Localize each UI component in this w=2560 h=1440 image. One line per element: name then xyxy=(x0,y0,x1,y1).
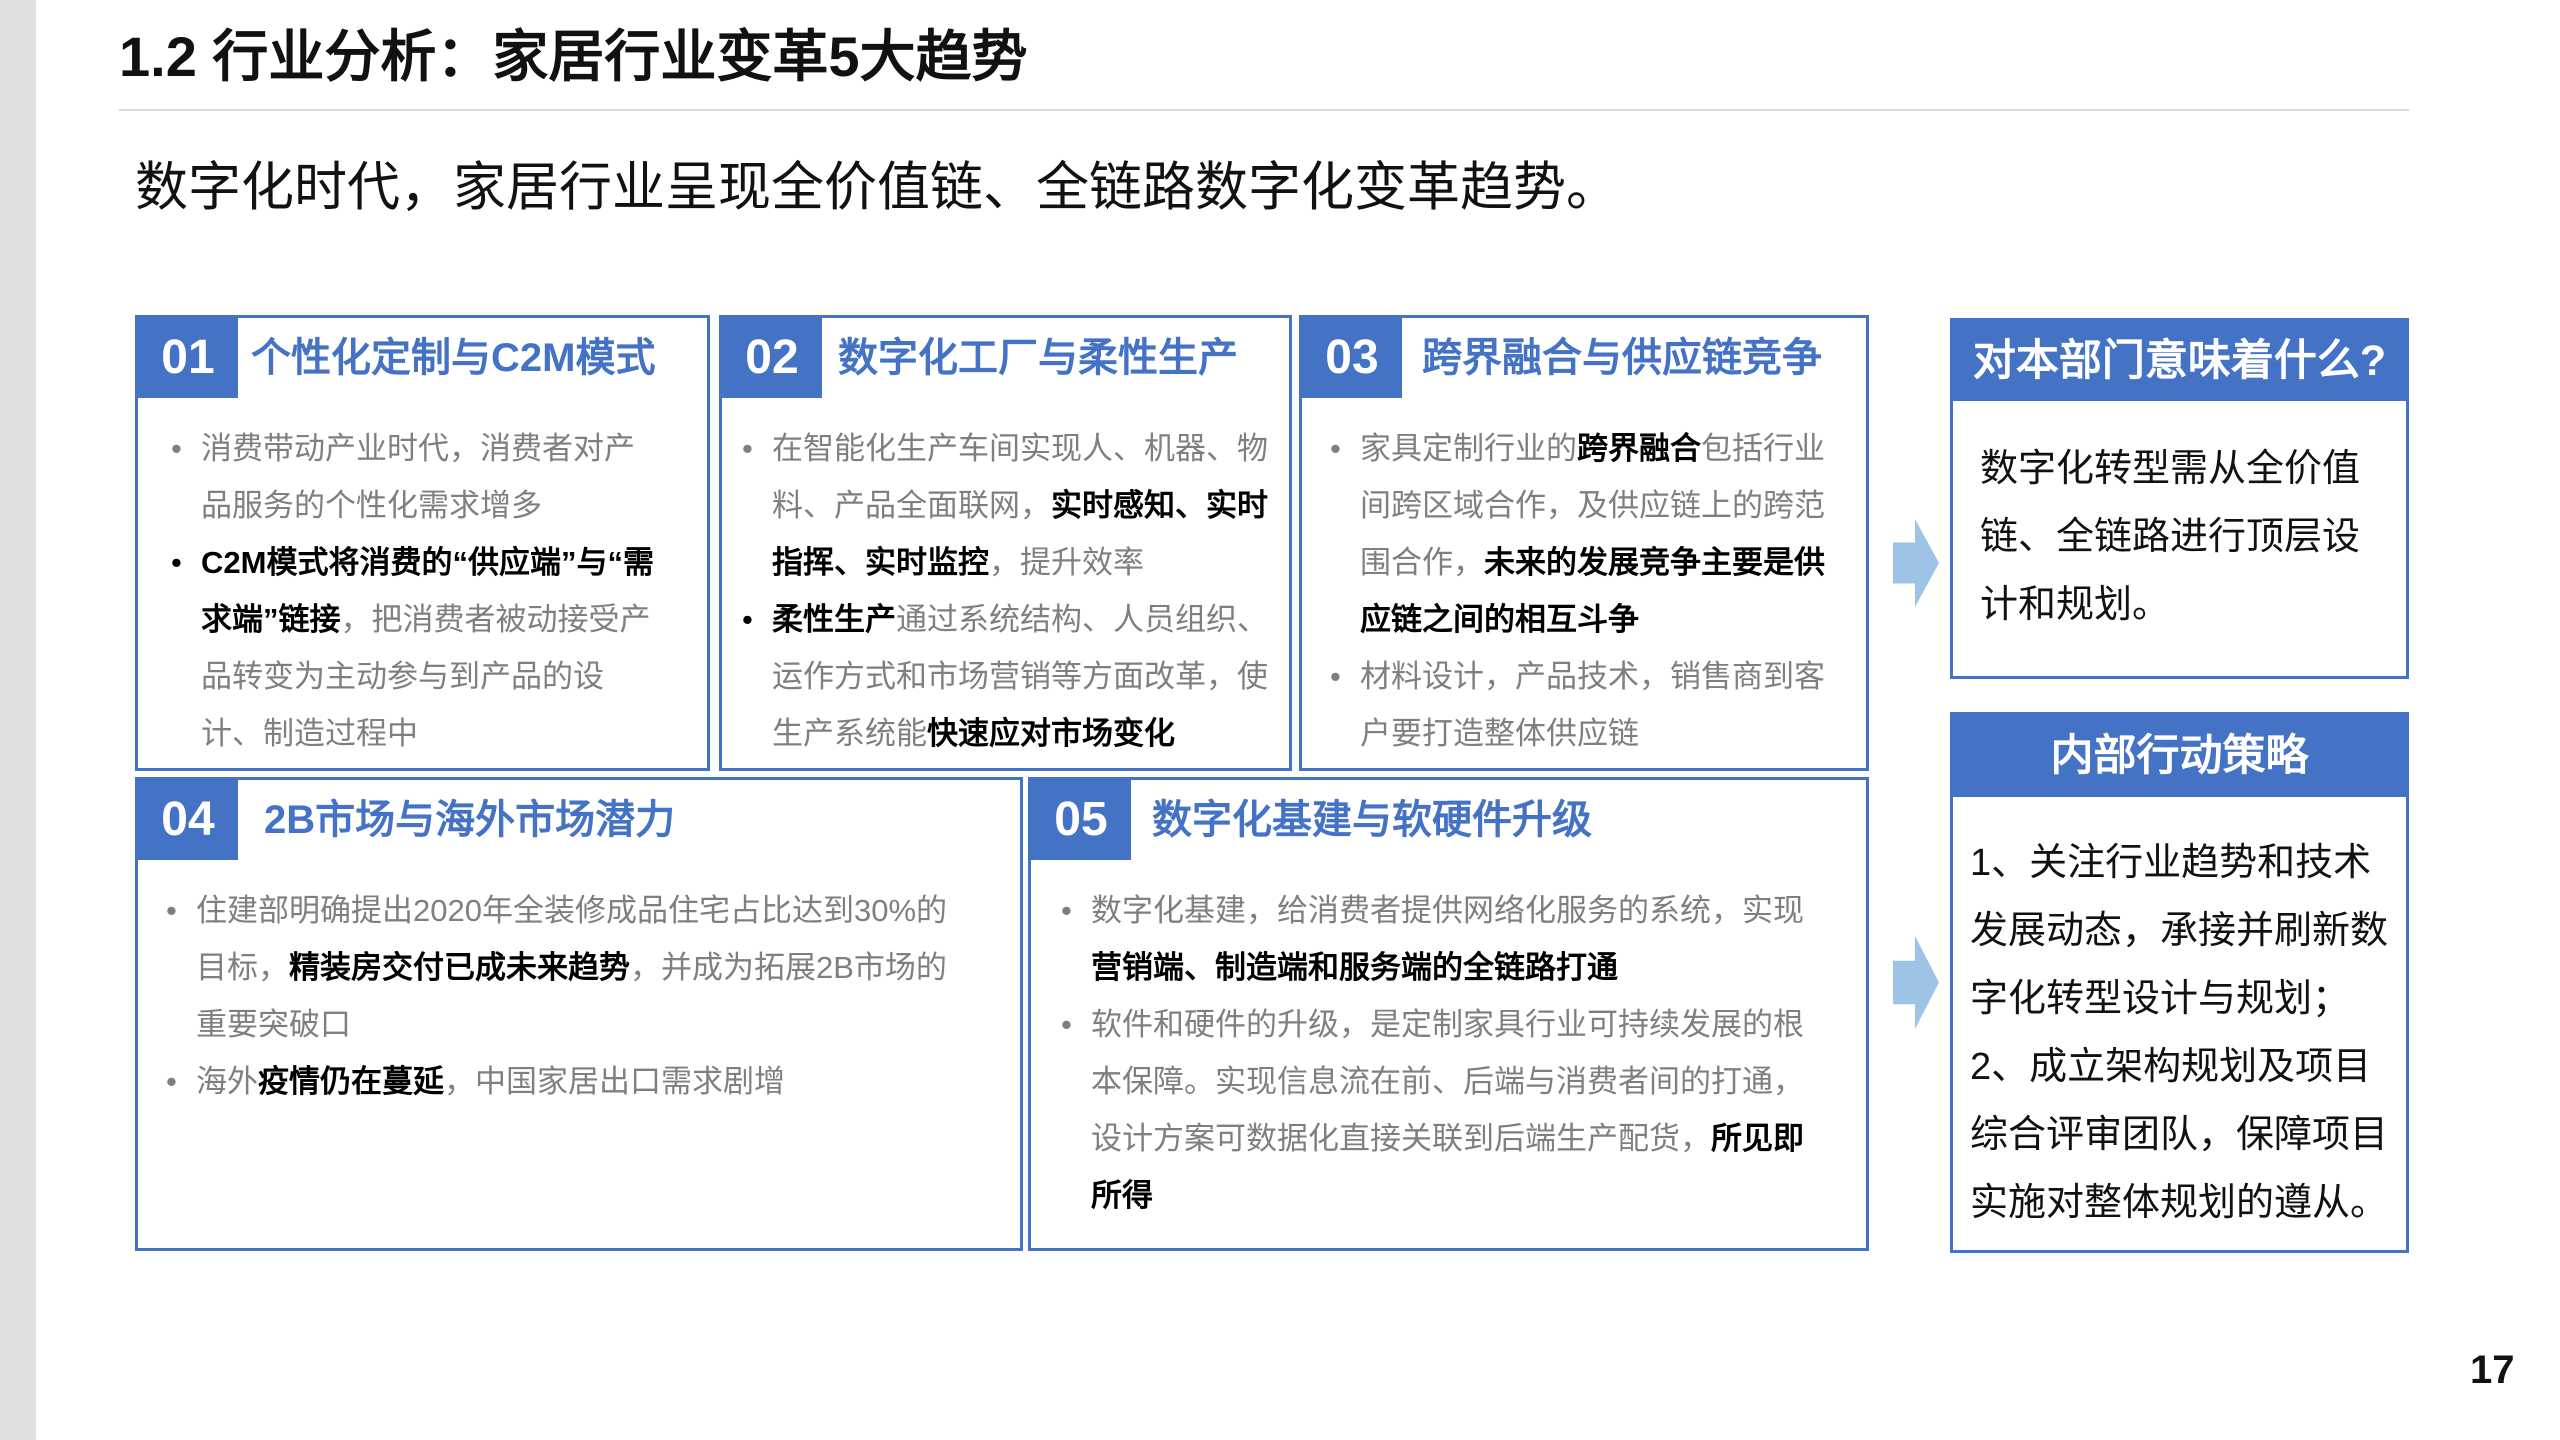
bullet-list: 住建部明确提出2020年全装修成品住宅占比达到30%的目标，精装房交付已成未来趋… xyxy=(138,860,1020,1110)
bullet-item: 消费带动产业时代，消费者对产品服务的个性化需求增多 xyxy=(171,420,656,534)
emphasis-text: 疫情仍在蔓延 xyxy=(258,1064,444,1099)
panel-title: 对本部门意味着什么? xyxy=(1953,321,2406,401)
card-number: 05 xyxy=(1031,780,1131,860)
page-subtitle: 数字化时代，家居行业呈现全价值链、全链路数字化变革趋势。 xyxy=(135,158,1619,217)
emphasis-text: 快速应对市场变化 xyxy=(927,716,1175,751)
page-number: 17 xyxy=(2470,1348,2515,1392)
card-number: 02 xyxy=(722,318,822,398)
bullet-list: 数字化基建，给消费者提供网络化服务的系统，实现营销端、制造端和服务端的全链路打通… xyxy=(1031,860,1866,1224)
bullet-text: 软件和硬件的升级，是定制家具行业可持续发展的根本保障。实现信息流在前、后端与消费… xyxy=(1091,1007,1804,1156)
card-number: 03 xyxy=(1302,318,1402,398)
title-divider xyxy=(119,109,2409,111)
card-number: 01 xyxy=(138,318,238,398)
bullet-item: 海外疫情仍在蔓延，中国家居出口需求剧增 xyxy=(166,1053,956,1110)
card-title: 2B市场与海外市场潜力 xyxy=(264,798,676,842)
card-header: 01 个性化定制与C2M模式 xyxy=(138,318,707,398)
bullet-item: 软件和硬件的升级，是定制家具行业可持续发展的根本保障。实现信息流在前、后端与消费… xyxy=(1061,996,1816,1224)
bullet-list: 家具定制行业的跨界融合包括行业间跨区域合作，及供应链上的跨范围合作，未来的发展竞… xyxy=(1302,398,1866,762)
bullet-text: ，提升效率 xyxy=(989,545,1144,580)
card-header: 02 数字化工厂与柔性生产 xyxy=(722,318,1289,398)
card-header: 04 2B市场与海外市场潜力 xyxy=(138,780,1020,860)
slide: 1.2 行业分析：家居行业变革5大趋势 数字化时代，家居行业呈现全价值链、全链路… xyxy=(0,0,2560,1440)
page-title: 1.2 行业分析：家居行业变革5大趋势 xyxy=(119,25,1028,88)
emphasis-text: 精装房交付已成未来趋势 xyxy=(289,950,630,985)
bullet-list: 消费带动产业时代，消费者对产品服务的个性化需求增多 C2M模式将消费的“供应端”与… xyxy=(138,398,707,762)
action-strategy-panel: 内部行动策略 1、关注行业趋势和技术发展动态，承接并刷新数字化转型设计与规划； … xyxy=(1950,712,2409,1253)
card-title: 个性化定制与C2M模式 xyxy=(251,336,656,380)
implications-text: 数字化转型需从全价值链、全链路进行顶层设计和规划。 xyxy=(1980,448,2361,626)
bullet-text: 海外 xyxy=(196,1064,258,1099)
bullet-text: 家具定制行业的 xyxy=(1360,431,1577,466)
right-arrow-icon xyxy=(1893,936,1939,1029)
bullet-item: 数字化基建，给消费者提供网络化服务的系统，实现营销端、制造端和服务端的全链路打通 xyxy=(1061,882,1816,996)
panel-title: 内部行动策略 xyxy=(1953,715,2406,797)
bullet-item: 在智能化生产车间实现人、机器、物料、产品全面联网，实时感知、实时指挥、实时监控，… xyxy=(742,420,1277,591)
trend-card-04: 04 2B市场与海外市场潜力 住建部明确提出2020年全装修成品住宅占比达到30… xyxy=(135,777,1023,1251)
bullet-list: 在智能化生产车间实现人、机器、物料、产品全面联网，实时感知、实时指挥、实时监控，… xyxy=(722,398,1289,762)
bullet-item: 住建部明确提出2020年全装修成品住宅占比达到30%的目标，精装房交付已成未来趋… xyxy=(166,882,956,1053)
bullet-item: C2M模式将消费的“供应端”与“需求端”链接，把消费者被动接受产品转变为主动参与… xyxy=(171,534,656,762)
card-title: 数字化工厂与柔性生产 xyxy=(838,336,1238,380)
card-title: 数字化基建与软硬件升级 xyxy=(1152,798,1592,842)
bullet-text: 消费带动产业时代，消费者对产品服务的个性化需求增多 xyxy=(201,431,635,523)
card-title: 跨界融合与供应链竞争 xyxy=(1422,336,1822,380)
trend-card-03: 03 跨界融合与供应链竞争 家具定制行业的跨界融合包括行业间跨区域合作，及供应链… xyxy=(1299,315,1869,771)
emphasis-text: 柔性生产 xyxy=(772,602,896,637)
bullet-text: ，中国家居出口需求剧增 xyxy=(444,1064,785,1099)
bullet-item: 家具定制行业的跨界融合包括行业间跨区域合作，及供应链上的跨范围合作，未来的发展竞… xyxy=(1330,420,1840,648)
left-sidebar-strip xyxy=(0,0,36,1440)
trend-card-05: 05 数字化基建与软硬件升级 数字化基建，给消费者提供网络化服务的系统，实现营销… xyxy=(1028,777,1869,1251)
implications-panel: 对本部门意味着什么? 数字化转型需从全价值链、全链路进行顶层设计和规划。 xyxy=(1950,318,2409,679)
bullet-text: 材料设计，产品技术，销售商到客户要打造整体供应链 xyxy=(1360,659,1825,751)
emphasis-text: 跨界融合 xyxy=(1577,431,1701,466)
card-header: 05 数字化基建与软硬件升级 xyxy=(1031,780,1866,860)
trend-card-02: 02 数字化工厂与柔性生产 在智能化生产车间实现人、机器、物料、产品全面联网，实… xyxy=(719,315,1292,771)
card-number: 04 xyxy=(138,780,238,860)
action-item: 1、关注行业趋势和技术发展动态，承接并刷新数字化转型设计与规划； xyxy=(1970,842,2389,1020)
panel-body: 数字化转型需从全价值链、全链路进行顶层设计和规划。 xyxy=(1953,401,2370,639)
panel-body: 1、关注行业趋势和技术发展动态，承接并刷新数字化转型设计与规划； 2、成立架构规… xyxy=(1953,797,2400,1237)
bullet-item: 材料设计，产品技术，销售商到客户要打造整体供应链 xyxy=(1330,648,1840,762)
bullet-text: 数字化基建，给消费者提供网络化服务的系统，实现 xyxy=(1091,893,1804,928)
trend-card-01: 01 个性化定制与C2M模式 消费带动产业时代，消费者对产品服务的个性化需求增多… xyxy=(135,315,710,771)
emphasis-text: 营销端、制造端和服务端的全链路打通 xyxy=(1091,950,1618,985)
bullet-item: 柔性生产通过系统结构、人员组织、运作方式和市场营销等方面改革，使生产系统能快速应… xyxy=(742,591,1277,762)
action-item: 2、成立架构规划及项目综合评审团队，保障项目实施对整体规划的遵从。 xyxy=(1970,1046,2389,1224)
card-header: 03 跨界融合与供应链竞争 xyxy=(1302,318,1866,398)
right-arrow-icon xyxy=(1893,519,1939,607)
